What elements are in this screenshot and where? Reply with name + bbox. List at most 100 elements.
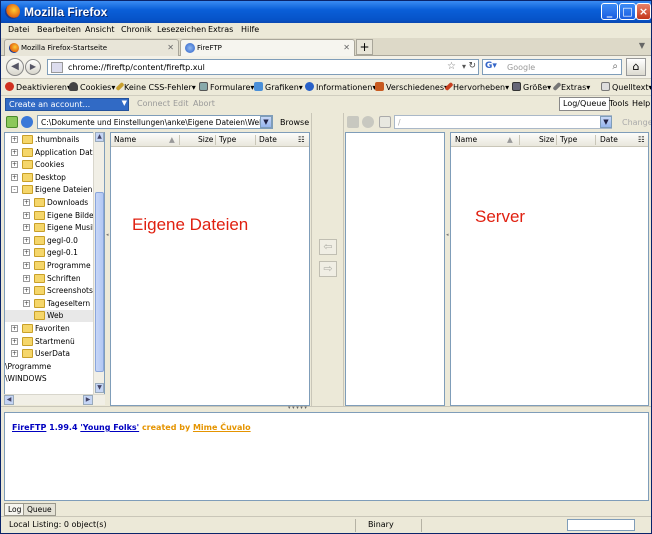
expand-icon[interactable]: +: [23, 299, 30, 307]
scroll-down-icon[interactable]: ▼: [95, 383, 104, 393]
expand-icon[interactable]: +: [23, 287, 30, 295]
expand-icon[interactable]: +: [23, 236, 30, 244]
scroll-left-icon[interactable]: ◀: [4, 395, 14, 405]
forward-button[interactable]: ▶: [25, 59, 41, 75]
local-path-input[interactable]: C:\Dokumente und Einstellungen\anke\Eige…: [37, 115, 273, 129]
col-date[interactable]: Date: [600, 135, 618, 144]
fireftp-link[interactable]: FireFTP: [12, 423, 46, 432]
tree-node[interactable]: + gegl-0.0: [5, 235, 104, 247]
tree-node[interactable]: \WINDOWS: [5, 373, 104, 385]
tab-list-icon[interactable]: ▼: [639, 41, 645, 50]
tab-fireftp[interactable]: FireFTP ✕: [180, 39, 355, 57]
col-size[interactable]: Size: [198, 135, 213, 144]
magnifier-icon[interactable]: ⌕: [612, 61, 618, 72]
webdev-css[interactable]: Keine CSS-Fehler▾: [115, 81, 196, 92]
tree-node[interactable]: + Screenshots: [5, 285, 104, 297]
search-bar[interactable]: G▾ Google ⌕: [482, 59, 622, 75]
webdev-information[interactable]: Informationen▾: [305, 82, 376, 92]
remote-folder-up-icon[interactable]: [347, 116, 359, 128]
tree-node[interactable]: + Eigene Musik: [5, 222, 104, 234]
menu-help[interactable]: Hilfe: [241, 25, 259, 34]
webdev-outline[interactable]: Hervorheben▾: [444, 81, 509, 92]
tree-node[interactable]: Web: [5, 310, 104, 323]
col-name[interactable]: Name: [455, 135, 477, 144]
col-name[interactable]: Name: [114, 135, 136, 144]
tab-queue[interactable]: Queue: [23, 503, 56, 516]
connect-button[interactable]: Connect: [137, 99, 170, 108]
menu-history[interactable]: Chronik: [121, 25, 152, 34]
menu-edit[interactable]: Bearbeiten: [37, 25, 81, 34]
site-identity-icon[interactable]: [51, 62, 63, 73]
upload-arrow-button[interactable]: ⇦: [319, 239, 337, 255]
help-menu[interactable]: Help: [632, 99, 650, 108]
search-input[interactable]: Google: [507, 63, 535, 72]
remote-path-input[interactable]: /: [394, 115, 612, 129]
local-path-dropdown-icon[interactable]: ▼: [260, 116, 272, 128]
menu-bookmarks[interactable]: Lesezeichen: [157, 25, 206, 34]
url-bar[interactable]: chrome://fireftp/content/fireftp.xul ☆ ▾…: [47, 59, 479, 75]
remote-folder-tree[interactable]: [345, 132, 445, 406]
tree-node[interactable]: + Schriften: [5, 273, 104, 285]
col-size[interactable]: Size: [539, 135, 554, 144]
local-tree-vscroll[interactable]: ▲ ▼: [93, 132, 104, 404]
expand-icon[interactable]: +: [11, 325, 18, 332]
webdev-disable[interactable]: Deaktivieren▾: [5, 82, 71, 92]
menu-view[interactable]: Ansicht: [85, 25, 115, 34]
back-button[interactable]: ◀: [6, 58, 24, 76]
remote-path-dropdown-icon[interactable]: ▼: [600, 116, 612, 128]
tree-node[interactable]: + .thumbnails: [5, 134, 104, 146]
expand-icon[interactable]: +: [11, 148, 18, 156]
new-tab-button[interactable]: +: [356, 39, 373, 55]
webdev-images[interactable]: Grafiken▾: [254, 82, 303, 92]
maximize-button[interactable]: □: [619, 3, 636, 20]
local-folder-up-icon[interactable]: [6, 116, 18, 128]
url-dropdown-icon[interactable]: ▾: [462, 62, 466, 71]
close-button[interactable]: ×: [636, 3, 651, 20]
expand-icon[interactable]: +: [23, 199, 30, 206]
expand-icon[interactable]: +: [23, 274, 30, 282]
author-link[interactable]: Mime Čuvalo: [193, 423, 251, 432]
tree-node[interactable]: \Programme: [5, 361, 104, 373]
expand-icon[interactable]: +: [23, 249, 30, 257]
local-folder-tree[interactable]: + .thumbnails + Application Data + Cookies + De…: [4, 132, 105, 404]
tree-node[interactable]: - Eigene Dateien: [5, 184, 104, 196]
close-tab-icon[interactable]: ✕: [167, 43, 174, 52]
tree-node[interactable]: + gegl-0.1: [5, 247, 104, 259]
scroll-up-icon[interactable]: ▲: [95, 132, 104, 142]
google-search-icon[interactable]: G▾: [485, 61, 497, 71]
webdev-forms[interactable]: Formulare▾: [199, 82, 254, 92]
expand-icon[interactable]: +: [11, 350, 18, 358]
expand-icon[interactable]: +: [11, 173, 18, 181]
local-file-list[interactable]: Name ▲ Size Type Date ☷: [110, 132, 310, 406]
change-button[interactable]: Change: [622, 118, 651, 127]
expand-icon[interactable]: +: [11, 161, 18, 169]
account-select[interactable]: Create an account... ▼: [5, 98, 129, 111]
local-refresh-icon[interactable]: [21, 116, 33, 128]
tree-node[interactable]: + Eigene Bilder: [5, 210, 104, 222]
log-queue-button[interactable]: Log/Queue: [559, 97, 611, 111]
tools-menu[interactable]: Tools: [609, 99, 629, 108]
reload-icon[interactable]: ↻: [468, 61, 476, 71]
tree-node[interactable]: + Downloads: [5, 197, 104, 209]
column-picker-icon[interactable]: ☷: [298, 135, 305, 144]
abort-button[interactable]: Abort: [193, 99, 215, 108]
close-tab-icon[interactable]: ✕: [343, 43, 350, 52]
menu-tools[interactable]: Extras: [208, 25, 233, 34]
expand-icon[interactable]: +: [23, 262, 30, 269]
col-type[interactable]: Type: [560, 135, 577, 144]
collapse-icon[interactable]: -: [11, 186, 18, 194]
scroll-right-icon[interactable]: ▶: [83, 395, 93, 405]
download-arrow-button[interactable]: ⇨: [319, 261, 337, 277]
menu-file[interactable]: Datei: [8, 25, 29, 34]
remote-refresh-icon[interactable]: [362, 116, 374, 128]
tree-node[interactable]: + Application Data: [5, 147, 104, 159]
browse-button[interactable]: Browse: [280, 118, 309, 127]
local-tree-hscroll[interactable]: ◀ ▶: [4, 394, 105, 405]
webdev-cookies[interactable]: Cookies▾: [69, 82, 115, 92]
tree-node[interactable]: + Tageseltern: [5, 298, 104, 310]
tree-node[interactable]: + Startmenü: [5, 336, 104, 348]
bookmark-star-icon[interactable]: ☆: [447, 61, 456, 72]
home-button[interactable]: ⌂: [626, 58, 646, 76]
edit-button[interactable]: Edit: [173, 99, 189, 108]
webdev-misc[interactable]: Verschiedenes▾: [375, 82, 448, 92]
